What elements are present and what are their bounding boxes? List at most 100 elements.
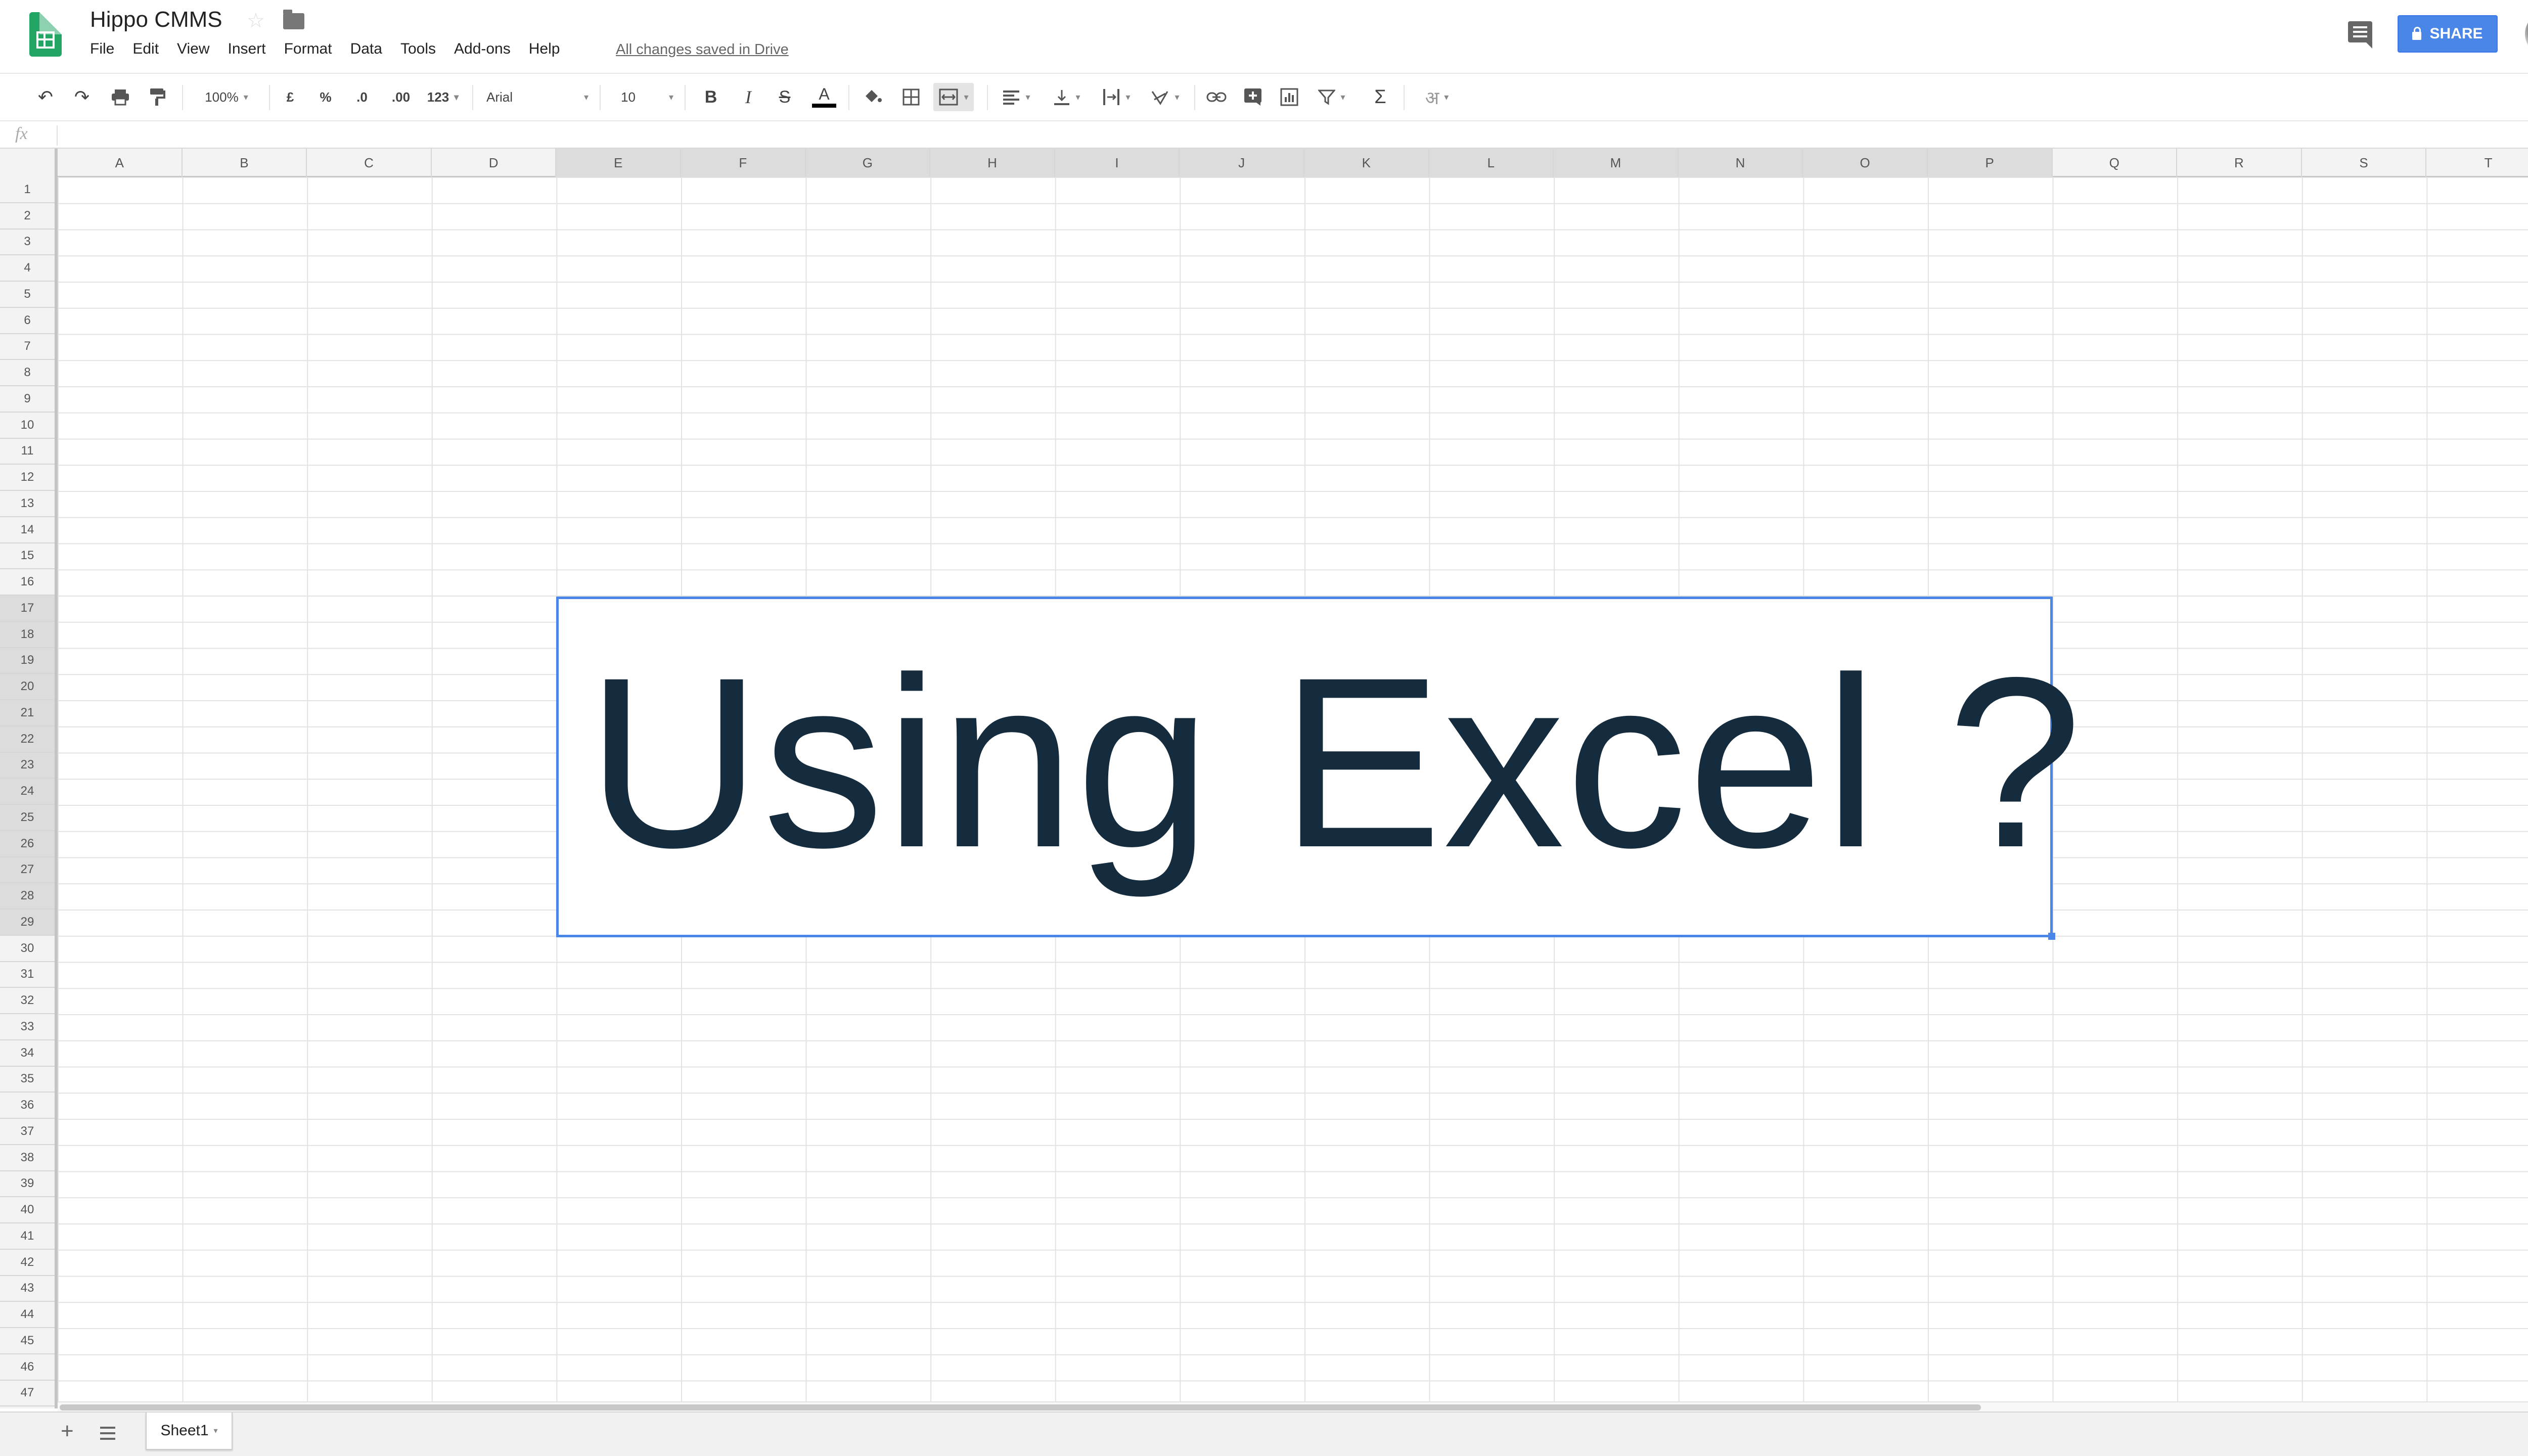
row-header-11[interactable]: 11 — [0, 439, 55, 465]
row-header-36[interactable]: 36 — [0, 1093, 55, 1119]
column-header-l[interactable]: L — [1429, 149, 1554, 177]
insert-link-icon[interactable] — [1202, 83, 1231, 111]
fill-color-icon[interactable] — [859, 83, 887, 111]
row-header-8[interactable]: 8 — [0, 360, 55, 386]
paint-format-icon[interactable] — [144, 83, 172, 111]
row-header-7[interactable]: 7 — [0, 334, 55, 360]
row-header-4[interactable]: 4 — [0, 255, 55, 282]
font-size-select[interactable]: 10 ▾ — [610, 83, 676, 111]
more-formats-select[interactable]: 123 ▾ — [423, 83, 463, 111]
row-header-15[interactable]: 15 — [0, 543, 55, 570]
star-icon[interactable]: ☆ — [247, 9, 265, 32]
row-header-39[interactable]: 39 — [0, 1171, 55, 1198]
undo-icon[interactable]: ↶ — [31, 83, 60, 111]
horizontal-align-icon[interactable]: ▾ — [996, 83, 1036, 111]
row-header-31[interactable]: 31 — [0, 962, 55, 988]
row-header-22[interactable]: 22 — [0, 726, 55, 753]
column-header-a[interactable]: A — [58, 149, 183, 177]
row-header-10[interactable]: 10 — [0, 413, 55, 439]
borders-icon[interactable] — [897, 83, 925, 111]
drawing-textbox[interactable]: Using Excel ? — [556, 597, 2082, 940]
document-title[interactable]: Hippo CMMS — [90, 7, 222, 32]
column-header-h[interactable]: H — [930, 149, 1055, 177]
row-header-35[interactable]: 35 — [0, 1067, 55, 1093]
row-header-20[interactable]: 20 — [0, 674, 55, 700]
bold-button[interactable]: B — [699, 83, 723, 111]
row-header-12[interactable]: 12 — [0, 465, 55, 491]
merge-cells-icon[interactable]: ▾ — [933, 83, 974, 111]
column-header-o[interactable]: O — [1803, 149, 1928, 177]
menu-file[interactable]: File — [90, 40, 114, 58]
row-header-46[interactable]: 46 — [0, 1354, 55, 1381]
column-header-d[interactable]: D — [432, 149, 557, 177]
text-color-button[interactable]: A — [809, 83, 839, 111]
horizontal-scrollbar[interactable] — [58, 1401, 2528, 1412]
add-sheet-plus-icon[interactable]: + — [61, 1419, 74, 1444]
input-tools-button[interactable]: अ ▾ — [1414, 83, 1460, 111]
strikethrough-button[interactable]: S — [773, 83, 797, 111]
menu-edit[interactable]: Edit — [132, 40, 159, 58]
sheets-logo-icon[interactable] — [29, 12, 62, 57]
row-header-2[interactable]: 2 — [0, 203, 55, 230]
column-header-f[interactable]: F — [681, 149, 806, 177]
row-header-18[interactable]: 18 — [0, 621, 55, 648]
column-header-b[interactable]: B — [183, 149, 307, 177]
row-header-1[interactable]: 1 — [0, 177, 55, 203]
filter-icon[interactable]: ▾ — [1312, 83, 1352, 111]
row-header-19[interactable]: 19 — [0, 648, 55, 674]
menu-help[interactable]: Help — [529, 40, 560, 58]
row-header-5[interactable]: 5 — [0, 282, 55, 308]
menu-format[interactable]: Format — [284, 40, 332, 58]
row-header-34[interactable]: 34 — [0, 1040, 55, 1067]
row-header-40[interactable]: 40 — [0, 1197, 55, 1223]
row-header-26[interactable]: 26 — [0, 831, 55, 857]
vertical-align-icon[interactable]: ▾ — [1047, 83, 1087, 111]
row-header-6[interactable]: 6 — [0, 308, 55, 334]
menu-addons[interactable]: Add-ons — [454, 40, 511, 58]
print-icon[interactable] — [106, 83, 134, 111]
row-header-38[interactable]: 38 — [0, 1145, 55, 1171]
column-header-g[interactable]: G — [805, 149, 931, 177]
text-wrapping-icon[interactable]: ▾ — [1096, 83, 1137, 111]
column-header-n[interactable]: N — [1678, 149, 1803, 177]
all-sheets-menu-icon[interactable] — [100, 1427, 115, 1440]
row-header-30[interactable]: 30 — [0, 936, 55, 962]
row-header-16[interactable]: 16 — [0, 569, 55, 596]
font-family-select[interactable]: Arial ▾ — [481, 83, 593, 111]
row-header-14[interactable]: 14 — [0, 517, 55, 543]
column-header-p[interactable]: P — [1927, 149, 2053, 177]
functions-button[interactable]: Σ — [1368, 83, 1392, 111]
italic-button[interactable]: I — [736, 83, 760, 111]
comments-icon[interactable] — [2348, 21, 2372, 49]
row-header-45[interactable]: 45 — [0, 1328, 55, 1354]
column-header-s[interactable]: S — [2302, 149, 2427, 177]
column-header-r[interactable]: R — [2177, 149, 2302, 177]
redo-icon[interactable]: ↷ — [68, 83, 96, 111]
decrease-decimal-button[interactable]: .0 — [349, 83, 375, 111]
row-header-28[interactable]: 28 — [0, 883, 55, 909]
row-header-25[interactable]: 25 — [0, 805, 55, 831]
column-header-k[interactable]: K — [1304, 149, 1429, 177]
sheet-tab-caret-icon[interactable]: ▾ — [214, 1426, 218, 1436]
insert-chart-icon[interactable] — [1275, 83, 1303, 111]
folder-icon[interactable] — [283, 10, 304, 29]
row-header-3[interactable]: 3 — [0, 230, 55, 256]
row-header-42[interactable]: 42 — [0, 1250, 55, 1276]
row-header-33[interactable]: 33 — [0, 1014, 55, 1040]
row-header-47[interactable]: 47 — [0, 1381, 55, 1407]
column-header-q[interactable]: Q — [2053, 149, 2178, 177]
row-header-37[interactable]: 37 — [0, 1119, 55, 1145]
column-header-i[interactable]: I — [1055, 149, 1180, 177]
row-header-17[interactable]: 17 — [0, 596, 55, 622]
increase-decimal-button[interactable]: .00 — [385, 83, 417, 111]
row-header-21[interactable]: 21 — [0, 700, 55, 726]
row-header-44[interactable]: 44 — [0, 1302, 55, 1328]
row-header-43[interactable]: 43 — [0, 1276, 55, 1302]
menu-insert[interactable]: Insert — [228, 40, 266, 58]
insert-comment-icon[interactable] — [1239, 83, 1267, 111]
share-button[interactable]: SHARE — [2398, 15, 2498, 53]
resize-handle[interactable] — [2048, 933, 2055, 940]
row-header-23[interactable]: 23 — [0, 752, 55, 779]
column-header-j[interactable]: J — [1180, 149, 1304, 177]
menu-data[interactable]: Data — [350, 40, 382, 58]
